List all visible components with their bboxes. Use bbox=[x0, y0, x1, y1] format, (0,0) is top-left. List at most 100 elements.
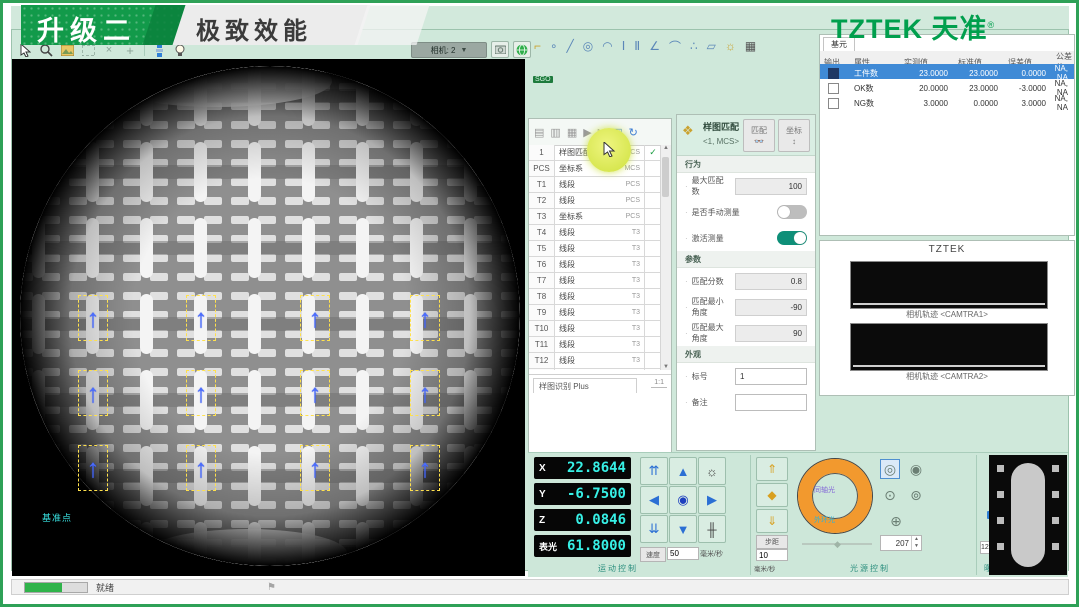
min-angle-input[interactable]: -90 bbox=[735, 299, 807, 316]
radius-tool-icon[interactable]: ⌒ bbox=[669, 38, 681, 55]
circle-tool-icon[interactable]: ◎ bbox=[583, 39, 593, 53]
tools-icon[interactable]: ☼ bbox=[725, 39, 736, 53]
select-cursor-icon[interactable] bbox=[18, 43, 32, 57]
width-tool-icon[interactable]: Ⅱ bbox=[634, 39, 640, 53]
light-mode-2-button[interactable]: ◉ bbox=[906, 459, 926, 479]
max-angle-input[interactable]: 90 bbox=[735, 325, 807, 342]
result-row[interactable]: NG数3.00000.00003.0000NA, NA bbox=[820, 94, 1074, 109]
step-distance-button[interactable]: 步距 bbox=[756, 535, 788, 549]
result-row[interactable]: 工件数23.000023.00000.0000NA, NA bbox=[820, 64, 1074, 79]
label-number-input[interactable] bbox=[735, 368, 807, 385]
active-measure-toggle[interactable] bbox=[777, 231, 807, 245]
jog-z-up-button[interactable]: ⇑ bbox=[756, 457, 788, 481]
feature-check-icon[interactable] bbox=[645, 353, 661, 368]
focus-icon[interactable] bbox=[152, 43, 166, 57]
feature-check-icon[interactable] bbox=[645, 289, 661, 304]
jog-down-fast-button[interactable]: ⇊ bbox=[640, 515, 668, 543]
jog-up-button[interactable]: ▲ bbox=[669, 457, 697, 485]
jog-down-button[interactable]: ▼ bbox=[669, 515, 697, 543]
match-score-input[interactable]: 0.8 bbox=[735, 273, 807, 290]
feature-check-icon[interactable] bbox=[645, 241, 661, 256]
feature-scrollbar[interactable]: ▲▼ bbox=[660, 145, 671, 370]
feature-check-icon[interactable] bbox=[645, 257, 661, 272]
refresh-globe-button[interactable] bbox=[513, 41, 531, 58]
footer-tab[interactable]: 样图识别 Plus bbox=[533, 378, 637, 393]
feature-check-icon[interactable] bbox=[645, 369, 661, 370]
results-panel: 基元 输出 属性 实测值 标准值 误差值 公差值 工件数23.000023.00… bbox=[819, 34, 1075, 236]
feature-check-icon[interactable] bbox=[645, 305, 661, 320]
feature-row[interactable]: T11线段T3 bbox=[529, 337, 661, 353]
feature-check-icon[interactable] bbox=[645, 273, 661, 288]
snapshot-button[interactable] bbox=[491, 41, 509, 58]
feature-row[interactable]: T5线段T3 bbox=[529, 241, 661, 257]
output-checkbox[interactable] bbox=[828, 98, 839, 109]
scroll-down-icon[interactable]: ▼ bbox=[663, 364, 669, 370]
open-icon[interactable]: ▤ bbox=[534, 126, 544, 139]
window-frame: 升级二 极致效能 TZTEK 天准® × + 相机: 2▼ bbox=[0, 0, 1079, 607]
template-icon[interactable]: ▥ bbox=[550, 126, 560, 139]
light-value-spinner[interactable]: 207▲▼ bbox=[880, 535, 922, 551]
spinner-arrows-icon[interactable]: ▲▼ bbox=[911, 536, 921, 550]
feature-row[interactable]: T9线段T3 bbox=[529, 305, 661, 321]
arc-tool-icon[interactable]: ◠ bbox=[602, 39, 612, 53]
jog-settings-button[interactable]: ☼ bbox=[698, 457, 726, 485]
axes-icon[interactable]: ⌐ bbox=[534, 39, 541, 53]
feature-row[interactable]: T2线段PCS bbox=[529, 193, 661, 209]
camera-image-viewport[interactable]: ↑↑↑↑↑↑↑↑↑↑↑↑ 基准点 bbox=[12, 59, 525, 576]
point-set-tool-icon[interactable]: ∴ bbox=[690, 39, 698, 53]
speed-label-button[interactable]: 速度 bbox=[640, 547, 666, 562]
remark-input[interactable] bbox=[735, 394, 807, 411]
light-mode-3-button[interactable]: ⊙ bbox=[880, 485, 900, 505]
ring-light-dial[interactable] bbox=[798, 459, 872, 533]
scroll-thumb[interactable] bbox=[662, 157, 669, 197]
angle-tool-icon[interactable]: ∠ bbox=[649, 39, 660, 53]
point-tool-icon[interactable]: ∘ bbox=[550, 39, 558, 53]
feature-check-icon[interactable] bbox=[645, 321, 661, 336]
jog-z-down-button[interactable]: ⇓ bbox=[756, 509, 788, 533]
feature-row[interactable]: T6线段T3 bbox=[529, 257, 661, 273]
light-mode-1-button[interactable]: ◎ bbox=[880, 459, 900, 479]
feature-check-icon[interactable]: ✓ bbox=[645, 145, 661, 160]
feature-check-icon[interactable] bbox=[645, 337, 661, 352]
jog-right-button[interactable]: ▶ bbox=[698, 486, 726, 514]
feature-check-icon[interactable] bbox=[645, 161, 661, 176]
jog-up-fast-button[interactable]: ⇈ bbox=[640, 457, 668, 485]
feature-check-icon[interactable] bbox=[645, 193, 661, 208]
feature-row[interactable]: T3坐标系PCS bbox=[529, 209, 661, 225]
camera-trace-2-caption: 相机轨迹 <CAMTRA2> bbox=[820, 371, 1074, 382]
manual-measure-toggle[interactable] bbox=[777, 205, 807, 219]
refresh-icon[interactable]: ↻ bbox=[629, 126, 638, 139]
grid-tool-icon[interactable]: ▦ bbox=[745, 39, 756, 53]
line-tool-icon[interactable]: ╱ bbox=[567, 39, 574, 53]
output-checkbox[interactable] bbox=[828, 68, 839, 79]
save-icon[interactable]: ▦ bbox=[567, 126, 577, 139]
feature-row[interactable]: T4线段T3 bbox=[529, 225, 661, 241]
distance-tool-icon[interactable]: Ⅰ bbox=[622, 39, 626, 53]
jog-z-focus-button[interactable]: ◆ bbox=[756, 483, 788, 507]
feature-row[interactable]: T1线段PCS bbox=[529, 177, 661, 193]
feature-row[interactable]: T10线段T3 bbox=[529, 321, 661, 337]
polygon-tool-icon[interactable]: ▱ bbox=[707, 39, 716, 53]
output-checkbox[interactable] bbox=[828, 83, 839, 94]
coord-button[interactable]: 坐标↕ bbox=[778, 119, 810, 152]
speed-input[interactable] bbox=[667, 547, 699, 560]
feature-check-icon[interactable] bbox=[645, 209, 661, 224]
light-bulb-mode-button[interactable]: ⊕ bbox=[886, 511, 906, 531]
jog-left-button[interactable]: ◀ bbox=[640, 486, 668, 514]
max-match-input[interactable]: 100 bbox=[735, 178, 807, 195]
match-button[interactable]: 匹配👓 bbox=[743, 119, 775, 152]
slider-thumb-icon[interactable]: ◆ bbox=[834, 539, 841, 550]
feature-row[interactable]: T7线段T3 bbox=[529, 273, 661, 289]
feature-check-icon[interactable] bbox=[645, 177, 661, 192]
light-mode-4-button[interactable]: ⊚ bbox=[906, 485, 926, 505]
light-bulb-icon[interactable] bbox=[173, 43, 187, 57]
step-distance-input[interactable] bbox=[756, 549, 788, 561]
feature-row[interactable]: T13线段T3 bbox=[529, 369, 661, 370]
feature-row[interactable]: T8线段T3 bbox=[529, 289, 661, 305]
jog-sliders-button[interactable]: ╫ bbox=[698, 515, 726, 543]
feature-check-icon[interactable] bbox=[645, 225, 661, 240]
result-row[interactable]: OK数20.000023.0000-3.0000NA, NA bbox=[820, 79, 1074, 94]
jog-stop-button[interactable]: ◉ bbox=[669, 486, 697, 514]
feature-row[interactable]: T12线段T3 bbox=[529, 353, 661, 369]
light-intensity-slider[interactable]: ◆ bbox=[802, 543, 872, 545]
